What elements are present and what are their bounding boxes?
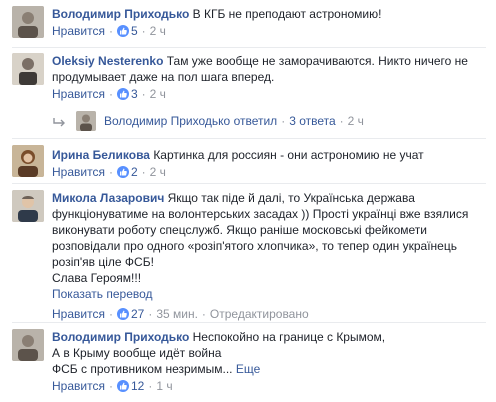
comment-text: В КГБ не преподают астрономию! — [192, 7, 382, 21]
like-button[interactable]: Нравится — [52, 307, 105, 321]
reply-arrow-icon — [52, 115, 66, 135]
comment-author[interactable]: Володимир Приходько — [52, 7, 189, 21]
like-count[interactable]: 2 — [131, 165, 138, 179]
comment-time[interactable]: 2 ч — [150, 165, 166, 179]
like-thumb-icon[interactable] — [116, 88, 129, 100]
comment: Ирина Беликова Картинка для россиян - он… — [12, 145, 486, 183]
avatar[interactable] — [12, 53, 44, 85]
divider — [12, 47, 486, 48]
comment-text-line: А в Крыму вообще идёт война — [52, 346, 222, 360]
reply-time[interactable]: 2 ч — [348, 114, 364, 128]
divider — [12, 138, 486, 139]
comment: Володимир Приходько Неспокойно на границ… — [12, 329, 486, 399]
like-count[interactable]: 5 — [131, 24, 138, 38]
reply-count[interactable]: 3 ответа — [289, 114, 335, 128]
reply-verb[interactable]: ответил — [234, 114, 278, 128]
comment-meta: Нравится · 12 · 1 ч — [52, 379, 173, 393]
avatar[interactable] — [12, 145, 44, 177]
like-count[interactable]: 12 — [131, 379, 144, 393]
avatar[interactable] — [12, 190, 44, 222]
comment: Володимир Приходько В КГБ не преподают а… — [12, 6, 486, 46]
like-button[interactable]: Нравится — [52, 379, 105, 393]
like-button[interactable]: Нравится — [52, 165, 105, 179]
divider — [12, 322, 486, 323]
comment-text-truncated: ФСБ с противником незримым... — [52, 362, 233, 376]
show-translation-link[interactable]: Показать перевод — [52, 286, 486, 302]
like-button[interactable]: Нравится — [52, 87, 105, 101]
comment-time[interactable]: 1 ч — [156, 379, 172, 393]
comment-text-line: ФСБ с противником незримым... Еще — [52, 361, 486, 377]
like-thumb-icon[interactable] — [116, 380, 129, 392]
avatar[interactable] — [76, 111, 96, 131]
like-thumb-icon[interactable] — [116, 166, 129, 178]
comment-text-line: Слава Героям!!! — [52, 271, 142, 285]
like-button[interactable]: Нравится — [52, 24, 105, 38]
like-thumb-icon[interactable] — [116, 25, 129, 37]
avatar[interactable] — [12, 6, 44, 38]
replies-summary[interactable]: Володимир Приходько ответил · 3 ответа · 2 ч — [104, 111, 364, 131]
comment-meta: Нравится · 2 · 2 ч — [52, 165, 166, 179]
comment-meta: Нравится · 3 · 2 ч — [52, 87, 166, 101]
avatar[interactable] — [12, 329, 44, 361]
comment-text: Картинка для россиян - они астрономию не… — [153, 148, 424, 162]
comment-meta: Нравится · 5 · 2 ч — [52, 24, 166, 38]
comment-author[interactable]: Oleksiy Nesterenko — [52, 54, 163, 68]
comment-meta: Нравится · 27 · 35 мин. · Отредактировано — [52, 307, 309, 321]
comment: Микола Лазарович Якщо так піде й далі, т… — [12, 190, 486, 321]
divider — [12, 183, 486, 184]
comment-time[interactable]: 2 ч — [150, 87, 166, 101]
reply-author[interactable]: Володимир Приходько — [104, 114, 230, 128]
comment-text: Неспокойно на границе с Крымом, — [192, 330, 386, 344]
replies-link[interactable]: Володимир Приходько ответил · 3 ответа · 2 ч — [52, 111, 486, 135]
comment-author[interactable]: Володимир Приходько — [52, 330, 189, 344]
like-count[interactable]: 3 — [131, 87, 138, 101]
comment-time[interactable]: 35 мин. — [156, 307, 198, 321]
comment-author[interactable]: Ирина Беликова — [52, 148, 150, 162]
comment: Oleksiy Nesterenko Там уже вообще не зам… — [12, 53, 486, 109]
comment-author[interactable]: Микола Лазарович — [52, 191, 164, 205]
like-count[interactable]: 27 — [131, 307, 144, 321]
like-thumb-icon[interactable] — [116, 308, 129, 320]
see-more-link[interactable]: Еще — [236, 362, 260, 376]
comment-time[interactable]: 2 ч — [150, 24, 166, 38]
edited-label[interactable]: Отредактировано — [210, 307, 309, 321]
